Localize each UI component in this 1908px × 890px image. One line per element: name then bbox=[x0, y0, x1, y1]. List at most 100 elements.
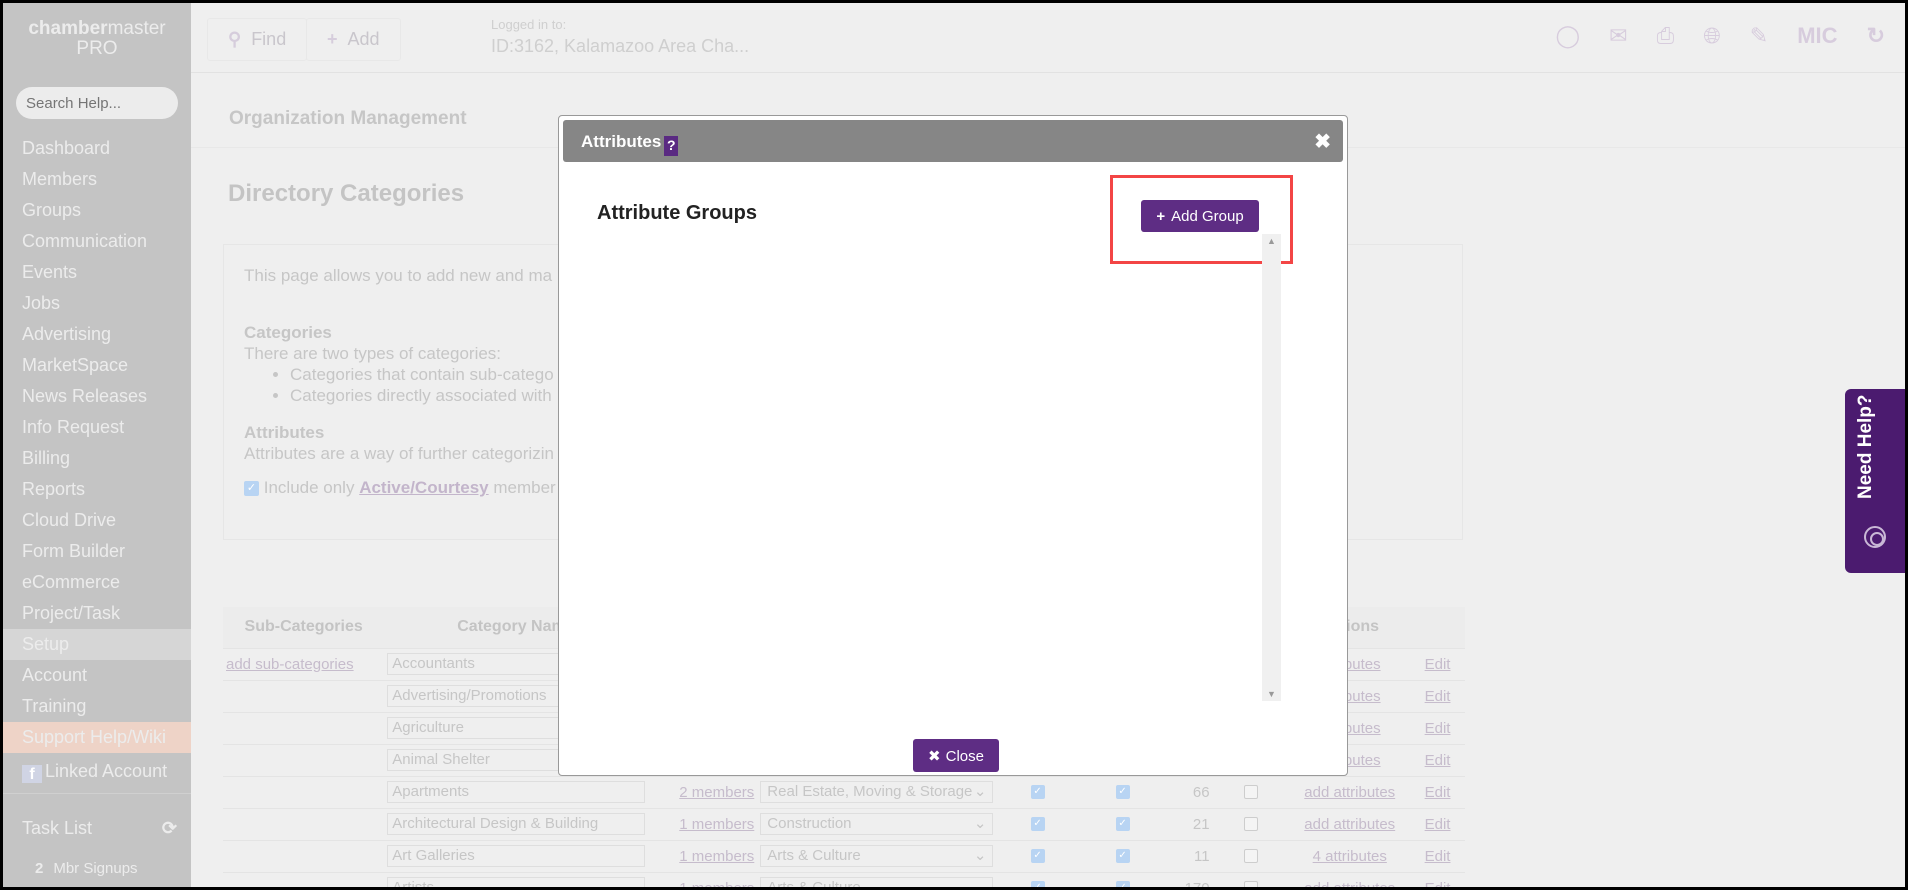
search-help-input[interactable] bbox=[16, 87, 178, 119]
sidebar-item-info-request[interactable]: Info Request bbox=[3, 412, 191, 443]
checkbox[interactable]: ✓ bbox=[1030, 881, 1045, 887]
need-help-label: Need Help? bbox=[1855, 394, 1876, 499]
category-name-input[interactable]: Apartments bbox=[387, 781, 645, 803]
category-name-input[interactable]: Art Galleries bbox=[387, 845, 645, 867]
refresh-icon[interactable]: ↻ bbox=[1867, 23, 1885, 49]
checkbox[interactable]: ✓ bbox=[1115, 881, 1130, 887]
category-group-value: Arts & Culture bbox=[767, 847, 861, 864]
sidebar-item-linked-account[interactable]: f Linked Account bbox=[3, 756, 191, 787]
members-link[interactable]: 1 members bbox=[679, 880, 754, 887]
checkbox[interactable]: ✓ bbox=[1030, 849, 1045, 863]
logged-in-value[interactable]: ID:3162, Kalamazoo Area Cha... bbox=[491, 36, 749, 57]
mail-icon[interactable]: ✉ bbox=[1609, 23, 1627, 49]
checkbox[interactable] bbox=[1243, 785, 1258, 799]
add-button[interactable]: + Add bbox=[306, 18, 401, 61]
count: 11 bbox=[1166, 839, 1213, 872]
sidebar-item-members[interactable]: Members bbox=[3, 164, 191, 195]
scrollbar[interactable]: ▲ ▼ bbox=[1262, 234, 1281, 701]
sidebar-item-setup[interactable]: Setup bbox=[3, 629, 191, 660]
sidebar-item-training[interactable]: Training bbox=[3, 691, 191, 722]
sidebar-item-reports[interactable]: Reports bbox=[3, 474, 191, 505]
table-row: Architectural Design & Building 1 members… bbox=[223, 807, 1465, 840]
sidebar-item-groups[interactable]: Groups bbox=[3, 195, 191, 226]
logo[interactable]: chambermaster PRO bbox=[3, 19, 191, 59]
task-list-header: Task List ⟳ bbox=[22, 818, 177, 839]
checkbox[interactable]: ✓ bbox=[1115, 817, 1130, 831]
checkbox[interactable]: ✓ bbox=[1115, 849, 1130, 863]
attributes-link[interactable]: add attributes bbox=[1304, 880, 1395, 887]
checkbox[interactable]: ✓ bbox=[1030, 785, 1045, 799]
mic-button[interactable]: MIC bbox=[1797, 23, 1837, 49]
sidebar-item-project-task[interactable]: Project/Task bbox=[3, 598, 191, 629]
lightbulb-icon[interactable]: ◯ bbox=[1556, 23, 1581, 49]
search-icon: ⚲ bbox=[228, 29, 242, 49]
add-group-button[interactable]: + Add Group bbox=[1141, 200, 1259, 232]
edit-link[interactable]: Edit bbox=[1425, 656, 1451, 673]
members-link[interactable]: 1 members bbox=[679, 848, 754, 865]
include-text-end: member bbox=[488, 478, 556, 497]
edit-link[interactable]: Edit bbox=[1425, 720, 1451, 737]
edit-link[interactable]: Edit bbox=[1425, 848, 1451, 865]
add-sub-categories-link[interactable]: add sub-categories bbox=[226, 656, 354, 673]
count: 170 bbox=[1166, 871, 1213, 887]
sidebar-item-events[interactable]: Events bbox=[3, 257, 191, 288]
refresh-icon[interactable]: ⟳ bbox=[162, 818, 177, 839]
checkbox[interactable]: ✓ bbox=[1030, 817, 1045, 831]
sidebar-item-ecommerce[interactable]: eCommerce bbox=[3, 567, 191, 598]
close-button[interactable]: ✖ Close bbox=[913, 739, 999, 772]
checkbox[interactable] bbox=[1243, 881, 1258, 887]
chevron-down-icon: ⌄ bbox=[974, 878, 987, 887]
sidebar-item-dashboard[interactable]: Dashboard bbox=[3, 133, 191, 164]
scroll-up-icon[interactable]: ▲ bbox=[1267, 236, 1276, 246]
category-group-select[interactable]: Construction ⌄ bbox=[760, 813, 994, 835]
sidebar-nav: Dashboard Members Groups Communication E… bbox=[3, 133, 191, 787]
task-list-label: Task List bbox=[22, 818, 93, 838]
category-group-select[interactable]: Real Estate, Moving & Storage ⌄ bbox=[760, 781, 994, 803]
sidebar-item-jobs[interactable]: Jobs bbox=[3, 288, 191, 319]
sidebar-item-marketspace[interactable]: MarketSpace bbox=[3, 350, 191, 381]
sidebar-item-form-builder[interactable]: Form Builder bbox=[3, 536, 191, 567]
help-icon[interactable]: ? bbox=[664, 136, 679, 156]
close-icon[interactable]: ✖ bbox=[1314, 129, 1331, 154]
attributes-link[interactable]: add attributes bbox=[1304, 784, 1395, 801]
find-button[interactable]: ⚲ Find bbox=[207, 18, 308, 61]
edit-link[interactable]: Edit bbox=[1425, 880, 1451, 887]
globe-icon[interactable]: 🌐︎ bbox=[1703, 23, 1721, 49]
checkbox[interactable]: ✓ bbox=[1115, 785, 1130, 799]
add-label: Add bbox=[347, 29, 380, 49]
modal-header: Attributes? ✖ bbox=[563, 120, 1343, 162]
category-name-input[interactable]: Artists bbox=[387, 877, 645, 887]
sidebar-item-communication[interactable]: Communication bbox=[3, 226, 191, 257]
sidebar-item-news-releases[interactable]: News Releases bbox=[3, 381, 191, 412]
task-count: 2 bbox=[35, 860, 44, 877]
category-group-select[interactable]: Arts & Culture ⌄ bbox=[760, 877, 994, 887]
attributes-link[interactable]: 4 attributes bbox=[1313, 848, 1387, 865]
edit-link[interactable]: Edit bbox=[1425, 816, 1451, 833]
edit-link[interactable]: Edit bbox=[1425, 688, 1451, 705]
sidebar-item-billing[interactable]: Billing bbox=[3, 443, 191, 474]
sidebar-item-advertising[interactable]: Advertising bbox=[3, 319, 191, 350]
checkbox[interactable] bbox=[1243, 849, 1258, 863]
include-text: Include only bbox=[263, 478, 360, 497]
category-group-select[interactable]: Arts & Culture ⌄ bbox=[760, 845, 994, 867]
chevron-down-icon: ⌄ bbox=[973, 815, 987, 832]
sidebar-item-account[interactable]: Account bbox=[3, 660, 191, 691]
active-courtesy-link[interactable]: Active/Courtesy bbox=[359, 478, 488, 497]
attributes-link[interactable]: add attributes bbox=[1304, 816, 1395, 833]
edit-link[interactable]: Edit bbox=[1425, 752, 1451, 769]
members-link[interactable]: 1 members bbox=[679, 816, 754, 833]
pencil-icon[interactable]: ✎ bbox=[1750, 23, 1768, 49]
include-active-checkbox[interactable]: ✓ bbox=[244, 481, 259, 497]
need-help-tab[interactable]: Need Help? bbox=[1845, 389, 1905, 573]
print-icon[interactable]: ⎙ bbox=[1657, 23, 1675, 49]
checkbox[interactable] bbox=[1243, 817, 1258, 831]
sidebar-item-cloud-drive[interactable]: Cloud Drive bbox=[3, 505, 191, 536]
category-name-input[interactable]: Architectural Design & Building bbox=[387, 813, 645, 835]
scroll-down-icon[interactable]: ▼ bbox=[1267, 689, 1276, 699]
members-link[interactable]: 2 members bbox=[679, 784, 754, 801]
edit-link[interactable]: Edit bbox=[1425, 784, 1451, 801]
task-item[interactable]: 2 Mbr Signups bbox=[35, 860, 138, 877]
attributes-modal: Attributes? ✖ Attribute Groups + Add Grou… bbox=[558, 115, 1348, 776]
plus-icon: + bbox=[327, 29, 338, 49]
sidebar-item-support-help[interactable]: Support Help/Wiki bbox=[3, 722, 191, 753]
